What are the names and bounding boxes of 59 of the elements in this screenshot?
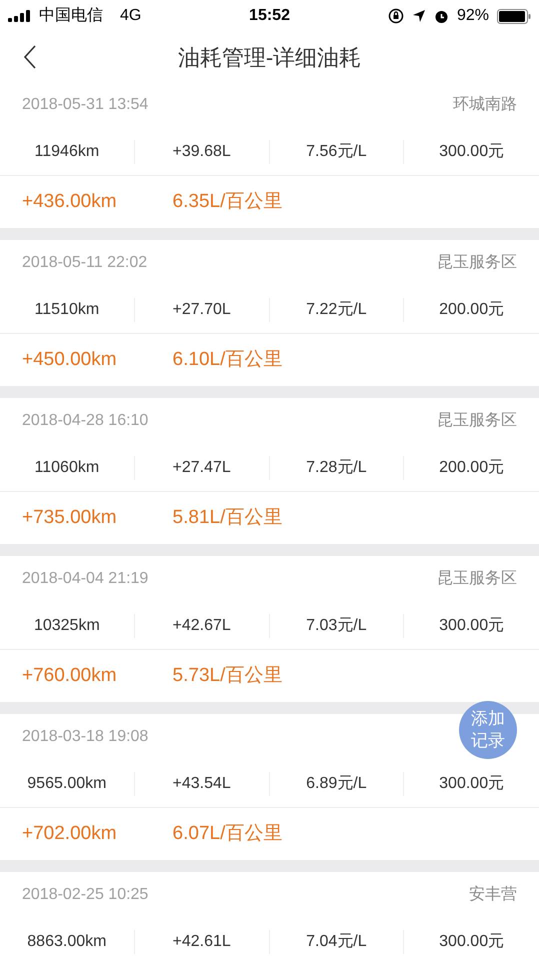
record-value: 8863.00km <box>27 932 106 952</box>
record-value: 300.00元 <box>439 774 504 794</box>
record-value: +42.67L <box>172 616 231 636</box>
record-value: 7.56元/L <box>306 142 367 162</box>
record-value: 10325km <box>34 616 100 636</box>
record-card[interactable]: 2018-05-31 13:54 环城南路 11946km +39.68L 7.56元/L 300.00元 +436.00km 6.35L/百公里 <box>0 82 539 228</box>
record-location: 昆玉服务区 <box>437 411 517 431</box>
record-value: 6.89元/L <box>306 774 367 794</box>
clock-text: 15:52 <box>249 6 290 26</box>
record-value: +43.54L <box>172 774 231 794</box>
record-consumption: 6.10L/百公里 <box>172 348 282 372</box>
record-consumption: 6.07L/百公里 <box>172 822 282 846</box>
page-title: 油耗管理-详细油耗 <box>178 44 362 72</box>
record-distance: +702.00km <box>22 822 117 846</box>
record-card[interactable]: 2018-02-25 10:25 安丰营 8863.00km +42.61L 7.04元/L 300.00元 <box>0 872 539 960</box>
record-value: 300.00元 <box>439 932 504 952</box>
alarm-clock-icon <box>434 8 449 24</box>
record-card[interactable]: 2018-04-04 21:19 昆玉服务区 10325km +42.67L 7.03元/L 300.00元 +760.00km 5.73L/百公里 <box>0 556 539 702</box>
record-location: 环城南路 <box>453 94 517 115</box>
record-datetime: 2018-04-04 21:19 <box>22 569 148 589</box>
record-value: 9565.00km <box>27 774 106 794</box>
record-value: 300.00元 <box>439 616 504 636</box>
record-value: 11946km <box>34 142 100 162</box>
location-arrow-icon <box>412 9 426 23</box>
record-value: +27.47L <box>172 458 231 478</box>
record-datetime: 2018-04-28 16:10 <box>22 411 148 431</box>
record-datetime: 2018-02-25 10:25 <box>22 885 148 905</box>
record-value: 11510km <box>34 300 100 320</box>
carrier-text: 中国电信 <box>39 6 103 26</box>
record-location: 安丰营 <box>469 884 517 905</box>
record-value: 200.00元 <box>439 300 504 320</box>
record-value: 300.00元 <box>439 142 504 162</box>
record-location: 昆玉服务区 <box>437 253 517 273</box>
record-value: 7.28元/L <box>306 458 367 478</box>
record-value: +39.68L <box>172 142 231 162</box>
record-consumption: 5.73L/百公里 <box>172 664 282 688</box>
record-card[interactable]: 2018-05-11 22:02 昆玉服务区 11510km +27.70L 7.22元/L 200.00元 +450.00km 6.10L/百公里 <box>0 240 539 386</box>
battery-icon <box>497 8 532 24</box>
record-consumption: 5.81L/百公里 <box>172 506 282 530</box>
record-distance: +436.00km <box>22 190 117 214</box>
record-value: 7.04元/L <box>306 932 367 952</box>
record-distance: +450.00km <box>22 348 117 372</box>
record-value: 7.22元/L <box>306 300 367 320</box>
record-distance: +735.00km <box>22 506 117 530</box>
record-value: +27.70L <box>172 300 231 320</box>
network-text: 4G <box>120 6 142 26</box>
battery-percent: 92% <box>456 6 490 26</box>
record-location: 昆玉服务区 <box>437 569 517 589</box>
rotation-lock-icon <box>388 8 404 24</box>
record-consumption: 6.35L/百公里 <box>172 190 282 214</box>
record-value: 7.03元/L <box>306 616 367 636</box>
record-datetime: 2018-05-11 22:02 <box>22 253 148 273</box>
record-value: 11060km <box>34 458 100 478</box>
record-distance: +760.00km <box>22 664 117 688</box>
record-value: +42.61L <box>172 932 231 952</box>
record-datetime: 2018-05-31 13:54 <box>22 95 148 115</box>
record-value: 200.00元 <box>439 458 504 478</box>
record-card[interactable]: 2018-04-28 16:10 昆玉服务区 11060km +27.47L 7.28元/L 200.00元 +735.00km 5.81L/百公里 <box>0 398 539 544</box>
record-datetime: 2018-03-18 19:08 <box>22 727 148 747</box>
